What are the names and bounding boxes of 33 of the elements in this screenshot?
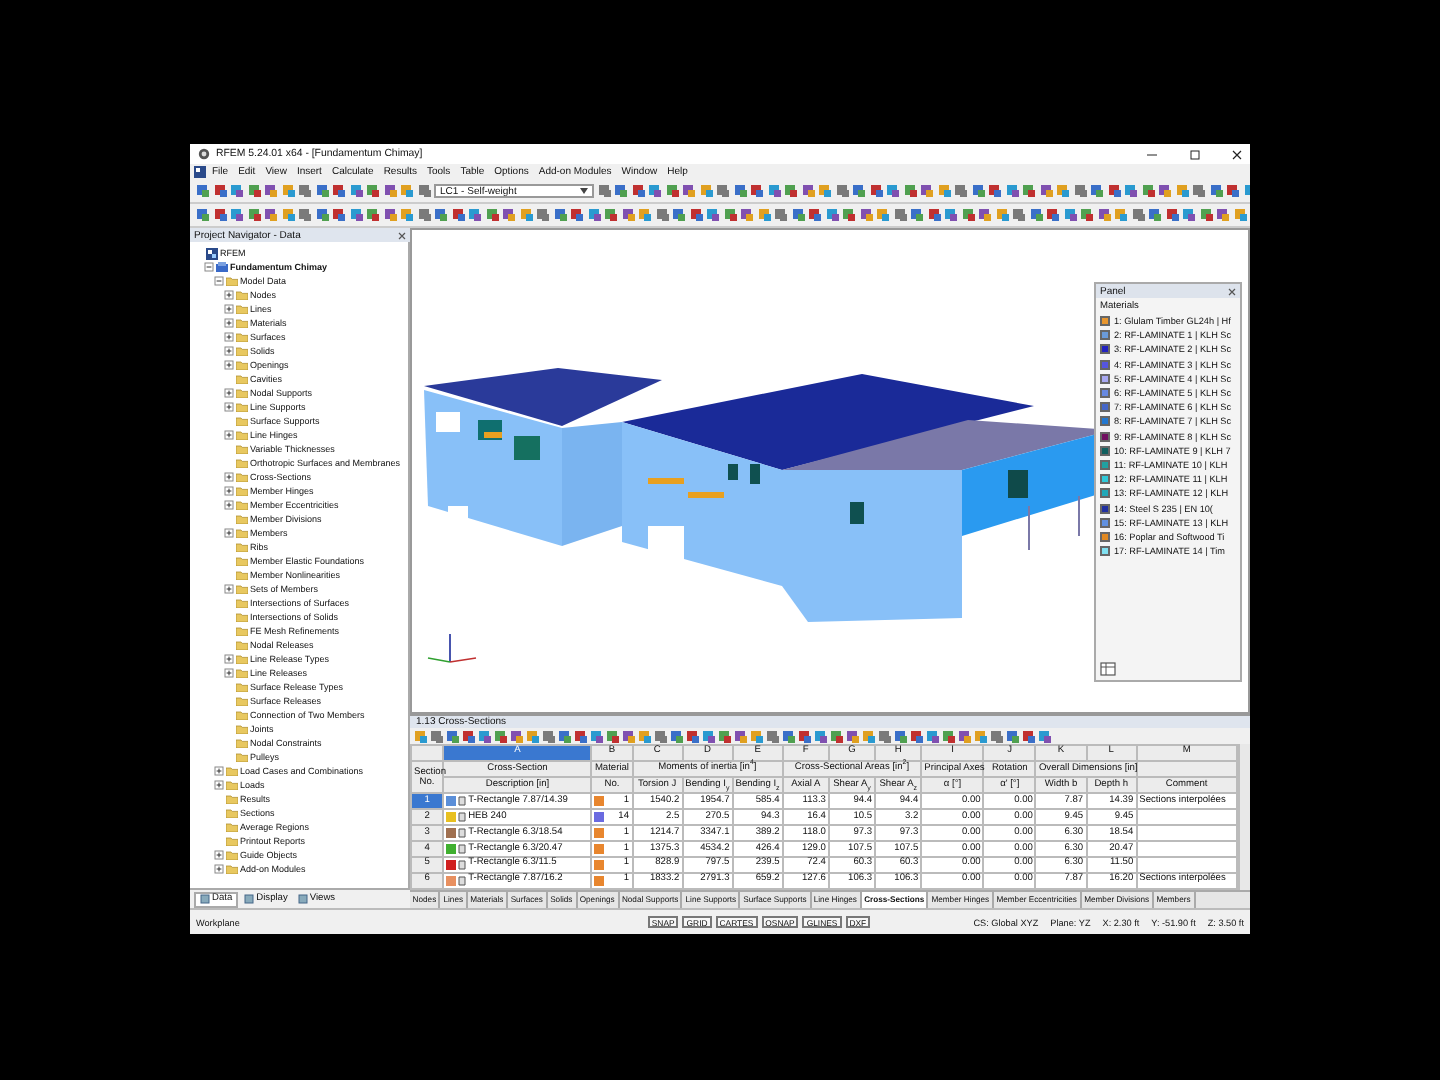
expand-icon[interactable]: [214, 780, 224, 790]
expand-icon[interactable]: [224, 318, 234, 328]
expand-icon[interactable]: [214, 850, 224, 860]
tab-icon: [244, 894, 255, 904]
expand-icon[interactable]: [224, 668, 234, 678]
collapse-icon[interactable]: [214, 276, 224, 286]
close-icon[interactable]: [1232, 149, 1242, 159]
expand-icon[interactable]: [224, 290, 234, 300]
maximize-icon[interactable]: [1190, 149, 1200, 159]
expand-icon[interactable]: [224, 304, 234, 314]
caret-icon: [580, 188, 588, 194]
expand-icon[interactable]: [224, 584, 234, 594]
table-icon[interactable]: [1100, 662, 1116, 676]
app-icon: [198, 148, 210, 160]
expand-icon[interactable]: [224, 654, 234, 664]
expand-icon[interactable]: [224, 472, 234, 482]
expand-icon[interactable]: [224, 500, 234, 510]
scrollbar[interactable]: [1238, 744, 1250, 890]
expand-icon[interactable]: [224, 332, 234, 342]
expand-icon[interactable]: [214, 766, 224, 776]
tab-icon: [200, 894, 210, 904]
expand-icon[interactable]: [214, 864, 224, 874]
expand-icon[interactable]: [224, 346, 234, 356]
app-menu-icon[interactable]: [194, 166, 206, 178]
expand-icon[interactable]: [224, 402, 234, 412]
expand-icon[interactable]: [224, 430, 234, 440]
expand-icon[interactable]: [224, 528, 234, 538]
expand-icon[interactable]: [224, 486, 234, 496]
expand-icon[interactable]: [224, 360, 234, 370]
expand-icon[interactable]: [224, 388, 234, 398]
minimize-icon[interactable]: [1146, 149, 1158, 159]
tab-icon: [297, 894, 308, 904]
collapse-icon[interactable]: [204, 262, 214, 272]
